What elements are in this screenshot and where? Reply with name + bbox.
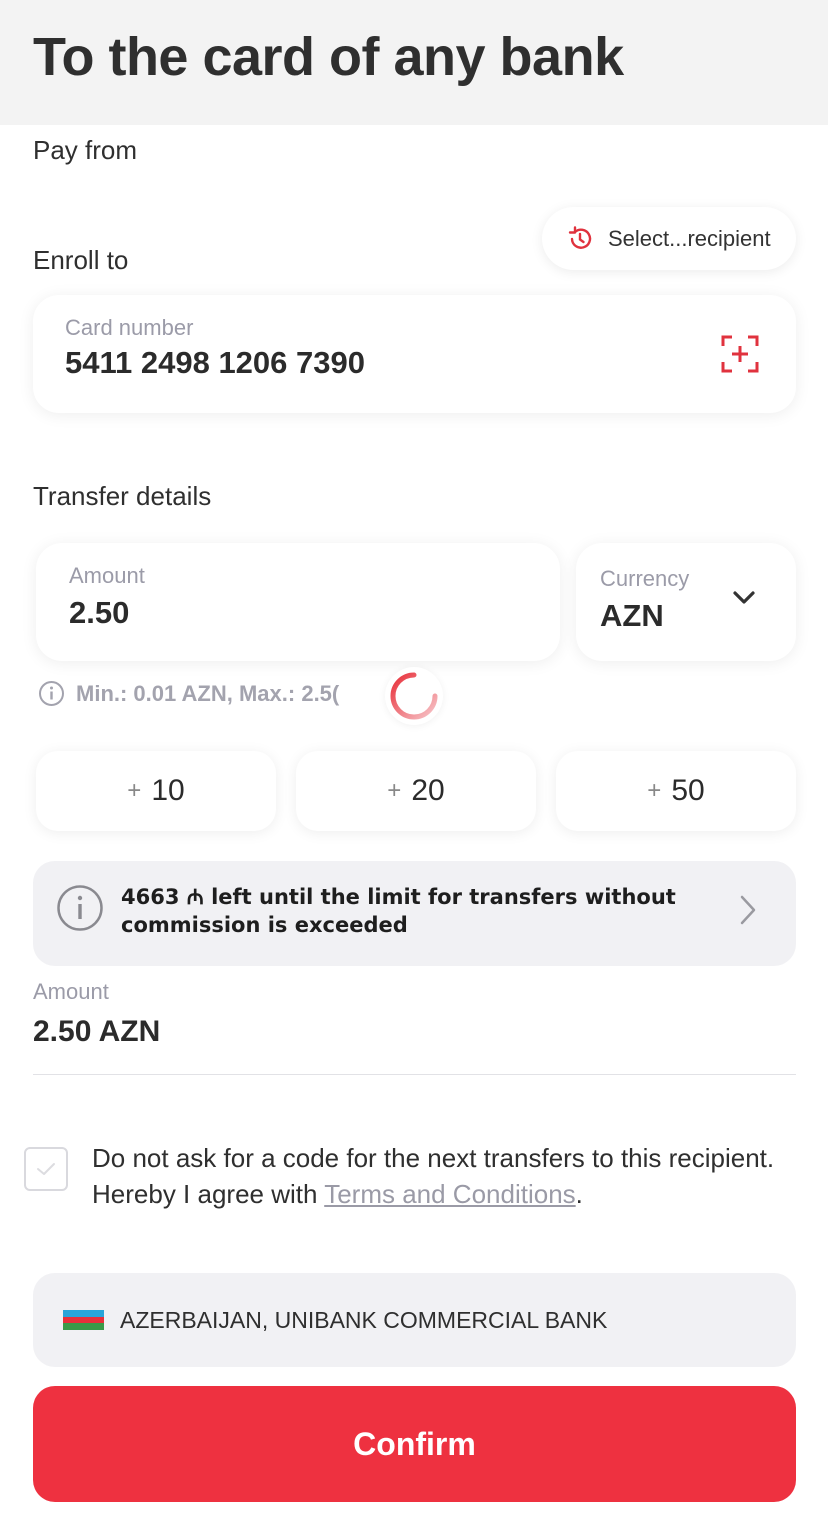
chevron-right-icon xyxy=(740,895,756,925)
page-title: To the card of any bank xyxy=(33,27,624,87)
history-icon xyxy=(568,225,592,249)
commission-limit-text: 4663 ₼ left until the limit for transfer… xyxy=(121,885,676,937)
terms-link[interactable]: Terms and Conditions xyxy=(324,1179,575,1209)
skip-code-checkbox[interactable] xyxy=(24,1147,68,1191)
amount-limit-hint: Min.: 0.01 AZN, Max.: 2.5( xyxy=(38,680,339,707)
quick-add-50-button[interactable]: + 50 xyxy=(556,751,796,831)
amount-label: Amount xyxy=(69,563,145,588)
quick-add-20-button[interactable]: + 20 xyxy=(296,751,536,831)
check-icon xyxy=(37,1163,55,1175)
bank-name: AZERBAIJAN, UNIBANK COMMERCIAL BANK xyxy=(120,1306,608,1333)
card-number-value: 5411 2498 1206 7390 xyxy=(65,345,365,380)
quick-add-value: 50 xyxy=(671,774,705,807)
info-icon xyxy=(57,885,103,931)
amount-input[interactable]: Amount 2.50 xyxy=(36,543,560,661)
loading-spinner xyxy=(385,667,443,725)
plus-label: + xyxy=(127,777,142,804)
bank-info: AZERBAIJAN, UNIBANK COMMERCIAL BANK xyxy=(33,1273,796,1367)
plus-label: + xyxy=(647,777,662,804)
quick-add-value: 10 xyxy=(151,774,185,807)
quick-add-10-button[interactable]: + 10 xyxy=(36,751,276,831)
summary-amount-label: Amount xyxy=(33,979,109,1004)
amount-limit-text: Min.: 0.01 AZN, Max.: 2.5( xyxy=(76,680,340,706)
card-scan-icon[interactable] xyxy=(721,335,759,373)
select-recipient-button[interactable]: Select...recipient xyxy=(542,207,796,270)
page-header: To the card of any bank xyxy=(0,0,828,125)
summary-amount-value: 2.50 AZN xyxy=(33,1015,161,1048)
currency-value: AZN xyxy=(600,598,664,633)
card-number-label: Card number xyxy=(65,315,194,340)
commission-limit-banner[interactable]: 4663 ₼ left until the limit for transfer… xyxy=(33,861,796,966)
divider xyxy=(33,1074,796,1075)
azerbaijan-flag xyxy=(63,1310,104,1330)
currency-label: Currency xyxy=(600,566,690,591)
enroll-to-label: Enroll to xyxy=(33,245,129,275)
plus-label: + xyxy=(387,777,402,804)
currency-select[interactable]: Currency AZN xyxy=(576,543,796,661)
pay-from-label: Pay from xyxy=(33,135,138,165)
card-number-field[interactable]: Card number 5411 2498 1206 7390 xyxy=(33,295,796,413)
info-icon xyxy=(39,681,64,706)
transfer-details-label: Transfer details xyxy=(33,481,212,511)
confirm-button[interactable]: Confirm xyxy=(33,1386,796,1502)
chevron-down-icon xyxy=(733,591,755,604)
consent-text: Do not ask for a code for the next trans… xyxy=(92,1140,792,1212)
select-recipient-label: Select...recipient xyxy=(608,225,771,251)
consent-suffix: . xyxy=(575,1179,583,1209)
amount-value: 2.50 xyxy=(69,595,130,630)
quick-add-value: 20 xyxy=(411,774,445,807)
